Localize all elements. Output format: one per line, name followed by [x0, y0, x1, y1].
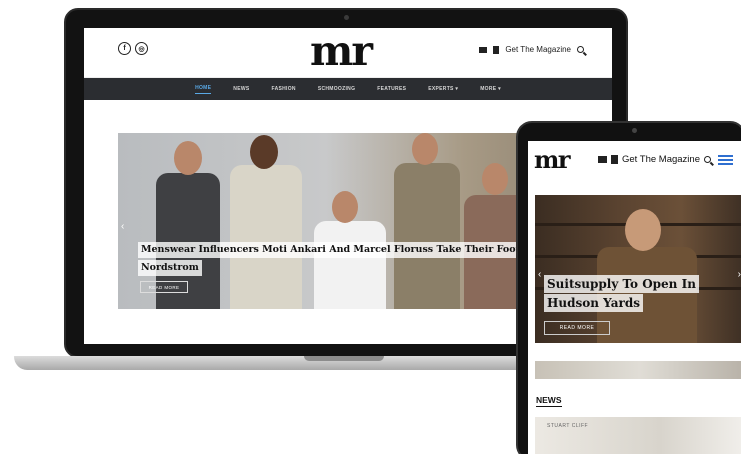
hero-figure-head	[332, 191, 358, 223]
hero-figure-head	[412, 133, 438, 165]
nav-features[interactable]: FEATURES	[377, 86, 406, 92]
hero-figure-head	[174, 141, 202, 175]
social-links: f ◎	[118, 42, 148, 55]
article-thumbnail-strip[interactable]	[535, 361, 741, 379]
hero-headline[interactable]: Menswear Influencers Moti Ankari And Mar…	[138, 242, 578, 258]
tablet-hero-headline-line2[interactable]: Hudson Yards	[544, 294, 643, 312]
tablet-get-magazine-link[interactable]: Get The Magazine	[622, 154, 700, 165]
hero-slider[interactable]: ‹ Menswear Influencers Moti Ankari And M…	[118, 133, 580, 309]
tablet: mr Get The Magazine ‹ › Suitsupply To Op…	[516, 121, 741, 454]
nav-news[interactable]: NEWS	[233, 86, 249, 92]
hero-figure	[394, 163, 460, 309]
chevron-left-icon[interactable]: ‹	[121, 221, 124, 232]
nav-schmoozing[interactable]: SCHMOOZING	[318, 86, 355, 92]
laptop-camera	[344, 15, 349, 20]
nav-more[interactable]: MORE ▾	[480, 86, 501, 92]
site-logo[interactable]: mr	[310, 29, 373, 73]
main-nav: HOME NEWS FASHION SCHMOOZING FEATURES EX…	[84, 78, 612, 100]
facebook-icon[interactable]: f	[118, 42, 131, 55]
chevron-left-icon[interactable]: ‹	[538, 269, 541, 280]
search-icon[interactable]	[703, 156, 711, 163]
chevron-right-icon[interactable]: ›	[738, 269, 741, 280]
news-thumbnail[interactable]: STUART CLIFF	[535, 417, 741, 454]
hero-figure	[314, 221, 386, 309]
hero-figure-head	[482, 163, 508, 195]
read-more-button[interactable]: READ MORE	[140, 281, 188, 293]
book-icon	[493, 45, 500, 54]
hero-figure-head	[625, 209, 661, 251]
hero-headline-line2[interactable]: Nordstrom	[138, 260, 202, 276]
tablet-site-logo[interactable]: mr	[534, 145, 571, 175]
nav-fashion[interactable]: FASHION	[271, 86, 295, 92]
nav-home[interactable]: HOME	[195, 85, 212, 94]
book-icon	[611, 155, 618, 164]
get-magazine-link[interactable]: Get The Magazine	[505, 45, 571, 54]
instagram-icon[interactable]: ◎	[135, 42, 148, 55]
tablet-camera	[632, 128, 637, 133]
tablet-header-actions: Get The Magazine	[598, 154, 733, 165]
tablet-hero-headline[interactable]: Suitsupply To Open In	[544, 275, 699, 293]
tablet-screen: mr Get The Magazine ‹ › Suitsupply To Op…	[528, 141, 741, 454]
tablet-read-more-button[interactable]: READ MORE	[544, 321, 610, 335]
search-icon[interactable]	[577, 46, 584, 53]
news-section-label: NEWS	[536, 395, 562, 407]
site-header: f ◎ mr Get The Magazine	[84, 28, 612, 78]
envelope-icon[interactable]	[479, 46, 488, 53]
thumbnail-caption: STUART CLIFF	[547, 423, 589, 429]
hero-figure-head	[250, 135, 278, 169]
envelope-icon[interactable]	[598, 156, 607, 163]
device-mockup: f ◎ mr Get The Magazine HOME NEWS FASHIO…	[0, 0, 741, 454]
header-actions: Get The Magazine	[479, 45, 584, 54]
tablet-hero-slider[interactable]: ‹ › Suitsupply To Open In Hudson Yards R…	[535, 195, 741, 343]
laptop-notch	[304, 356, 384, 361]
hero-figure	[230, 165, 302, 309]
nav-experts[interactable]: EXPERTS ▾	[428, 86, 458, 92]
menu-icon[interactable]	[717, 154, 733, 165]
